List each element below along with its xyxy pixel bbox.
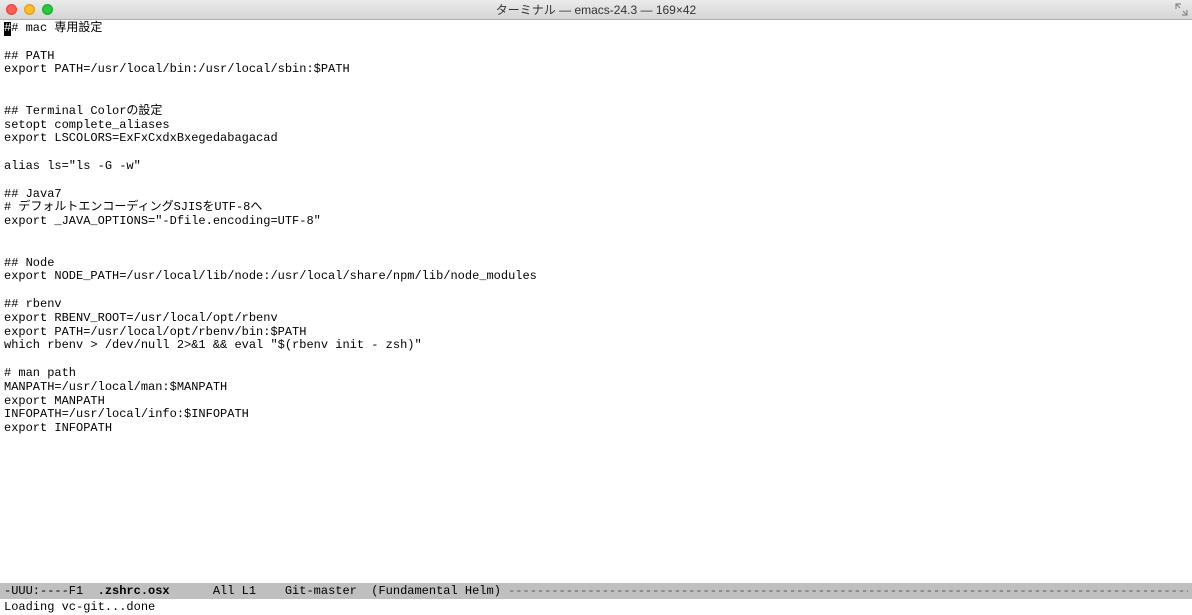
window-title: ターミナル — emacs-24.3 — 169×42 bbox=[0, 1, 1192, 18]
modeline-prefix: -UUU:----F1 bbox=[4, 584, 98, 598]
minibuffer-text: Loading vc-git...done bbox=[4, 600, 155, 614]
mode-line: -UUU:----F1 .zshrc.osx All L1 Git-master… bbox=[0, 583, 1192, 599]
minimize-button[interactable] bbox=[24, 4, 35, 15]
fullscreen-icon[interactable] bbox=[1175, 3, 1188, 16]
editor-area[interactable]: ## mac 専用設定 ## PATH export PATH=/usr/loc… bbox=[0, 20, 1192, 583]
traffic-lights bbox=[6, 4, 53, 15]
modeline-info: All L1 Git-master (Fundamental Helm) bbox=[170, 584, 508, 598]
close-button[interactable] bbox=[6, 4, 17, 15]
zoom-button[interactable] bbox=[42, 4, 53, 15]
modeline-dashes: ----------------------------------------… bbox=[508, 584, 1188, 598]
cursor: # bbox=[4, 22, 11, 36]
modeline-buffer-name: .zshrc.osx bbox=[98, 584, 170, 598]
titlebar: ターミナル — emacs-24.3 — 169×42 bbox=[0, 0, 1192, 20]
minibuffer: Loading vc-git...done bbox=[0, 599, 1192, 615]
